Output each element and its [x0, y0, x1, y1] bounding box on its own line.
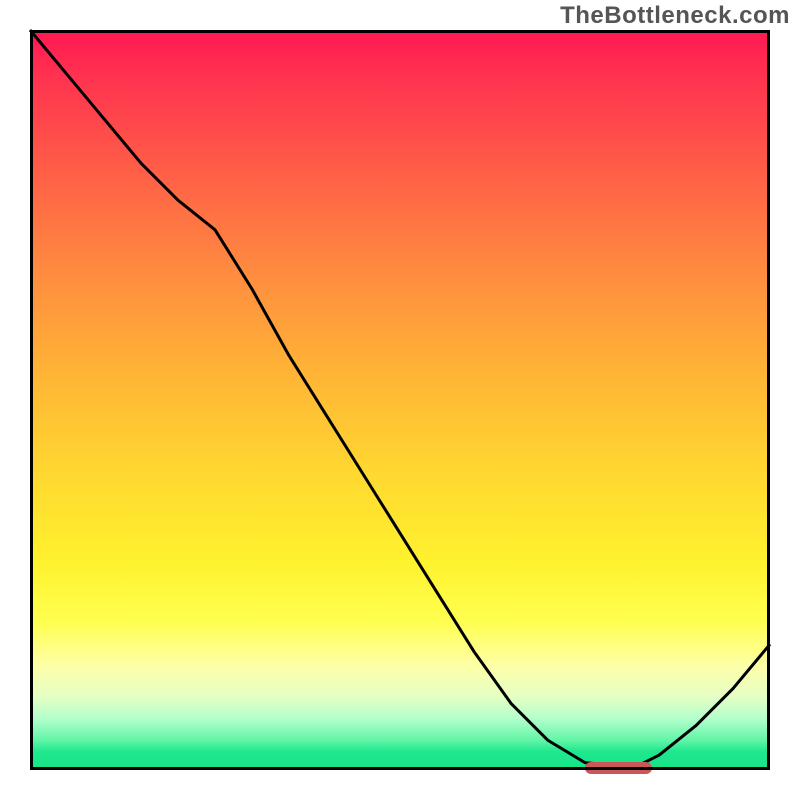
curve-svg: [30, 30, 770, 770]
watermark-text: TheBottleneck.com: [560, 2, 790, 30]
chart-container: TheBottleneck.com: [0, 0, 800, 800]
bottleneck-curve-line: [30, 30, 770, 766]
optimal-zone-marker: [585, 762, 652, 774]
